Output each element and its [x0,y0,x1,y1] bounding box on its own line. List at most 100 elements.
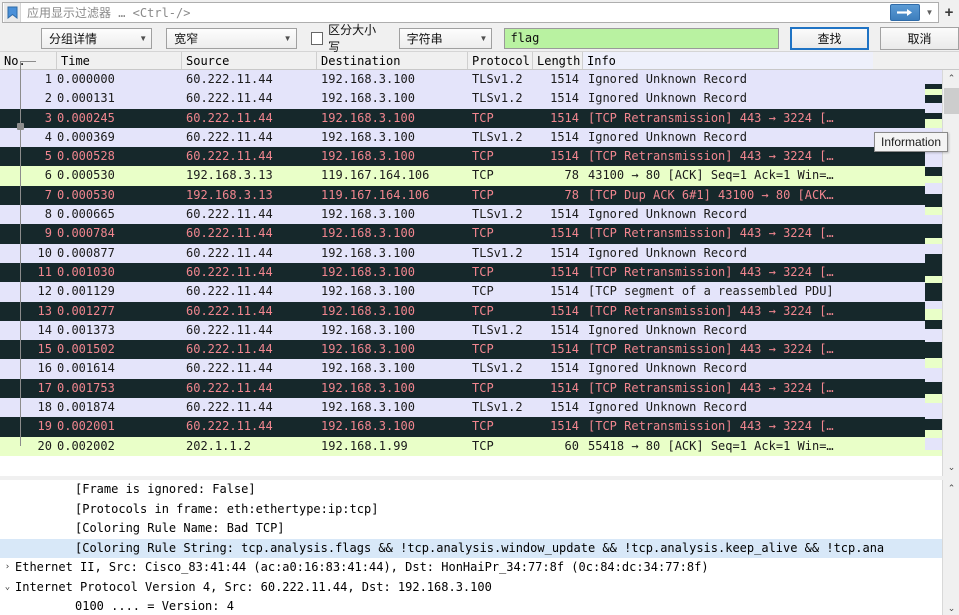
value-type-value: 字符串 [406,31,443,46]
packet-destination: 192.168.3.100 [321,419,415,434]
packet-row[interactable]: 5 0.000528 60.222.11.44 192.168.3.100 TCP 151… [0,147,959,167]
packet-time: 0.001030 [57,264,115,279]
packet-row[interactable]: 7 0.000530 192.168.3.13 119.167.164.106 TCP 7… [0,185,959,206]
minimap-segment [925,224,942,238]
packet-protocol: TCP [472,264,494,279]
expand-arrow-icon[interactable]: › [0,558,15,578]
packet-info: [TCP Retransmission] 443 → 3224 [… [588,110,834,125]
packet-destination: 192.168.3.100 [321,245,415,260]
find-query-input[interactable]: flag [504,27,779,49]
column-header-source[interactable]: Source [182,52,317,69]
packet-protocol: TLSv1.2 [472,129,523,144]
packet-row[interactable]: 10 0.000877 60.222.11.44 192.168.3.100 TLSv1… [0,243,959,263]
packet-source: 60.222.11.44 [186,245,273,260]
packet-info: [TCP Retransmission] 443 → 3224 [… [588,419,834,434]
packet-destination: 192.168.3.100 [321,361,415,376]
detail-tree-label: 0100 .... = Version: 4 [75,599,234,613]
case-sensitive-label: 区分大小写 [328,23,377,54]
column-header-protocol[interactable]: Protocol [468,52,533,69]
packet-no: 18 [37,400,52,415]
packet-row[interactable]: 14 0.001373 60.222.11.44 192.168.3.100 TLSv1… [0,320,959,341]
packet-source: 60.222.11.44 [186,361,273,376]
packet-row[interactable]: 11 0.001030 60.222.11.44 192.168.3.100 TCP 15… [0,262,959,283]
scroll-up-arrow-icon[interactable]: ⌃ [943,70,959,87]
chevron-down-icon: ▼ [283,33,292,43]
packet-length: 78 [564,168,579,183]
detail-scroll-up-arrow-icon[interactable]: ⌃ [943,480,959,497]
packet-info: [TCP Retransmission] 443 → 3224 [… [588,149,834,164]
packet-source: 60.222.11.44 [186,380,273,395]
packet-row[interactable]: 1 0.000000 60.222.11.44 192.168.3.100 TLSv1.… [0,70,959,90]
display-filter-input[interactable]: 应用显示过滤器 … <Ctrl-/> ▼ [2,2,939,23]
detail-tree-row[interactable]: [Protocols in frame: eth:ethertype:ip:tc… [0,500,942,520]
column-header-no[interactable]: No. [0,52,57,69]
packet-source: 60.222.11.44 [186,284,273,299]
packet-row[interactable]: 13 0.001277 60.222.11.44 192.168.3.100 TCP 15… [0,301,959,321]
packet-destination: 119.167.164.106 [321,187,430,202]
collapse-arrow-icon[interactable]: ⌄ [0,578,15,598]
packet-source: 60.222.11.44 [186,264,273,279]
packet-source: 60.222.11.44 [186,303,273,318]
value-type-dropdown[interactable]: 字符串 ▼ [398,27,493,49]
packet-source: 60.222.11.44 [186,91,273,106]
scrollbar-thumb[interactable] [944,88,959,114]
packet-row[interactable]: 6 0.000530 192.168.3.13 119.167.164.106 TCP 7… [0,166,959,186]
packet-row[interactable]: 20 0.002002 202.1.1.2 192.168.1.99 TCP 60 5541… [0,436,959,456]
packet-list-body: 1 0.000000 60.222.11.44 192.168.3.100 TLSv1.… [0,70,959,456]
packet-length: 1514 [550,72,579,86]
packet-row[interactable]: 19 0.002001 60.222.11.44 192.168.3.100 TCP 15… [0,417,959,437]
packet-row[interactable]: 9 0.000784 60.222.11.44 192.168.3.100 TCP 151… [0,224,959,244]
packet-row[interactable]: 3 0.000245 60.222.11.44 192.168.3.100 TCP 151… [0,108,959,128]
packet-destination: 192.168.3.100 [321,207,415,222]
packet-row[interactable]: 15 0.001502 60.222.11.44 192.168.3.100 TCP 15… [0,340,959,360]
packet-source: 60.222.11.44 [186,226,273,241]
add-filter-button[interactable]: + [939,1,959,24]
detail-tree-row[interactable]: ⌄ Internet Protocol Version 4, Src: 60.22… [0,578,942,598]
packet-destination: 192.168.3.100 [321,322,415,337]
cancel-button[interactable]: 取消 [880,26,959,50]
display-filter-placeholder: 应用显示过滤器 … <Ctrl-/> [27,6,191,20]
packet-time: 0.000530 [57,187,115,202]
detail-tree-row[interactable]: 0100 .... = Version: 4 [0,597,942,615]
packet-time: 0.000784 [57,226,115,241]
packet-no: 16 [37,361,52,376]
find-button[interactable]: 查找 [789,26,870,50]
packet-detail-scrollbar[interactable]: ⌃ ⌄ [942,480,959,615]
packet-time: 0.001614 [57,361,115,376]
packet-row[interactable]: 17 0.001753 60.222.11.44 192.168.3.100 TCP 15… [0,378,959,399]
packet-row[interactable]: 18 0.001874 60.222.11.44 192.168.3.100 TLSv1… [0,398,959,418]
minimap-segment [925,176,942,183]
packet-no: 6 [44,168,52,183]
packet-row[interactable]: 8 0.000665 60.222.11.44 192.168.3.100 TLSv1.… [0,205,959,225]
detail-tree-row[interactable]: › Ethernet II, Src: Cisco_83:41:44 (ac:a0… [0,558,942,578]
packet-protocol: TCP [472,342,494,357]
detail-scroll-down-arrow-icon[interactable]: ⌄ [943,600,959,615]
packet-info: [TCP Retransmission] 443 → 3224 [… [588,342,834,357]
search-in-dropdown[interactable]: 分组详情 ▼ [41,27,153,49]
scroll-down-arrow-icon[interactable]: ⌄ [943,459,959,476]
search-width-dropdown[interactable]: 宽窄 ▼ [166,27,297,49]
packet-source: 60.222.11.44 [186,322,273,337]
chevron-down-icon[interactable]: ▼ [921,3,938,22]
packet-no: 3 [44,110,52,125]
detail-tree-row[interactable]: [Frame is ignored: False] [0,480,942,500]
packet-row[interactable]: 16 0.001614 60.222.11.44 192.168.3.100 TLSv1… [0,359,959,379]
column-header-length[interactable]: Length [533,52,583,69]
column-header-destination[interactable]: Destination [317,52,468,69]
information-tooltip: Information [874,132,949,152]
packet-list-scrollbar[interactable]: ⌃ ⌄ [942,70,959,476]
packet-row[interactable]: 2 0.000131 60.222.11.44 192.168.3.100 TLSv1.… [0,89,959,109]
packet-row[interactable]: 4 0.000369 60.222.11.44 192.168.3.100 TLSv1.… [0,127,959,148]
case-sensitive-checkbox[interactable]: 区分大小写 [310,21,386,55]
apply-filter-button[interactable] [890,4,920,21]
detail-tree-row[interactable]: [Coloring Rule String: tcp.analysis.flag… [0,538,942,558]
column-header-time[interactable]: Time [57,52,182,69]
column-header-info[interactable]: Info [583,52,873,69]
packet-length: 1514 [550,149,579,164]
packet-no: 11 [37,264,52,279]
packet-row[interactable]: 12 0.001129 60.222.11.44 192.168.3.100 TCP 15… [0,282,959,302]
minimap-segment [925,368,942,382]
detail-tree-row[interactable]: [Coloring Rule Name: Bad TCP] [0,519,942,539]
bookmark-icon[interactable] [4,3,21,22]
packet-no: 14 [37,322,52,337]
